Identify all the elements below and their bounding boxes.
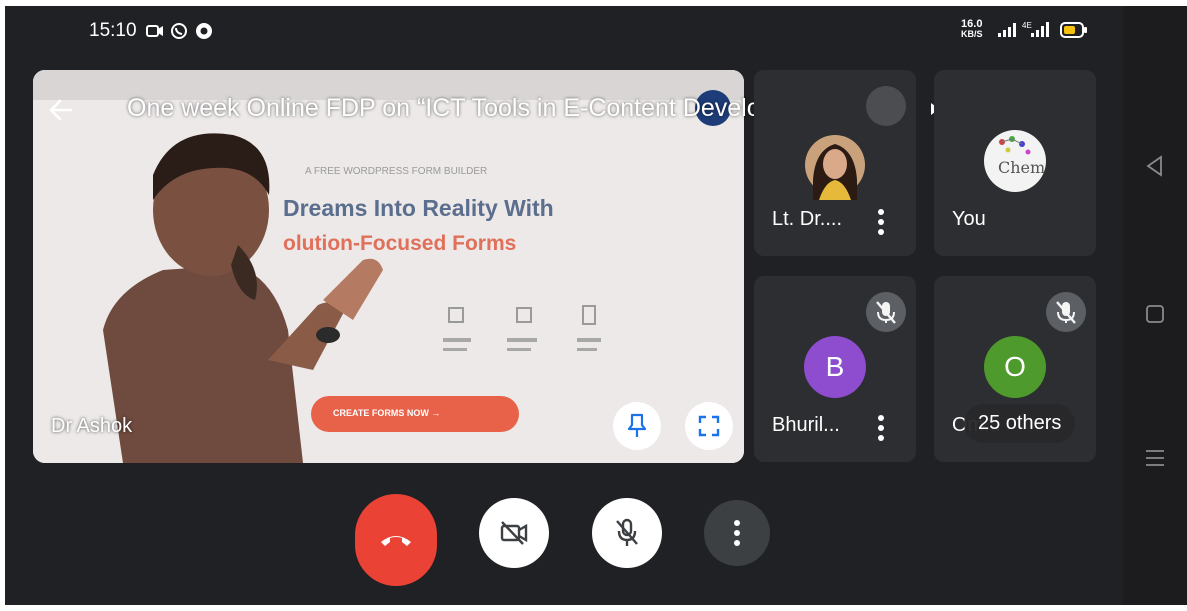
mic-off-icon [1056, 301, 1076, 324]
participant-tile-others[interactable]: O Om... 25 others [934, 276, 1096, 462]
more-options-icon[interactable] [877, 413, 885, 443]
recents-nav-icon[interactable] [1143, 446, 1167, 470]
fullscreen-button[interactable] [685, 402, 733, 450]
more-options-icon[interactable] [877, 207, 885, 237]
video-notification-icon [146, 25, 163, 37]
whatsapp-icon [171, 23, 187, 39]
battery-icon [1060, 22, 1087, 38]
muted-indicator [866, 86, 906, 126]
slide-small-heading: A FREE WORDPRESS FORM BUILDER [305, 166, 488, 177]
microphone-toggle-button[interactable] [592, 498, 662, 568]
signal-2-icon: 4E [1022, 21, 1049, 37]
more-vert-icon [734, 520, 740, 546]
others-count-badge[interactable]: 25 others [964, 404, 1076, 443]
network-speed: 16.0 KB/S [961, 18, 983, 39]
participant-photo [805, 135, 865, 200]
speaker-name: Dr Ashok [51, 415, 133, 437]
meeting-title[interactable]: One week Online FDP on “ICT Tools in E-C… [127, 94, 859, 123]
end-call-button[interactable] [355, 494, 437, 586]
app-notification-icon [196, 23, 212, 39]
participant-tile-you[interactable]: Chem You [934, 70, 1096, 256]
status-bar: 15:10 16.0 KB/S 4E [5, 6, 1123, 56]
participant-name: Lt. Dr.... [772, 208, 843, 230]
more-options-button[interactable] [704, 500, 770, 566]
slide-headline-1: Dreams Into Reality With [283, 195, 554, 221]
participant-photo: Chem [984, 130, 1046, 192]
system-nav-bar [1123, 6, 1187, 605]
status-time: 15:10 [89, 20, 137, 41]
mic-off-icon [616, 518, 638, 546]
slide-headline-2: olution-Focused Forms [283, 232, 517, 255]
slide-cta: CREATE FORMS NOW → [333, 408, 441, 418]
camera-toggle-button[interactable] [479, 498, 549, 568]
main-video-tile[interactable]: A FREE WORDPRESS FORM BUILDER Dreams Int… [33, 70, 744, 463]
svg-text:4E: 4E [1022, 21, 1032, 30]
participant-tile-1[interactable]: Lt. Dr.... [754, 70, 916, 256]
pin-button[interactable] [613, 402, 661, 450]
pin-icon [627, 413, 647, 437]
meet-call-screen: 15:10 16.0 KB/S 4E A FREE WORDPRESS FORM… [5, 6, 1123, 605]
muted-button [866, 292, 906, 332]
participant-avatar: O [984, 336, 1046, 398]
participant-tile-3[interactable]: B Bhuril... [754, 276, 916, 462]
participant-name: You [952, 208, 986, 230]
participant-avatar: B [804, 336, 866, 398]
signal-icon [998, 23, 1016, 37]
fullscreen-icon [698, 415, 720, 437]
participant-name: Bhuril... [772, 414, 840, 436]
home-nav-icon[interactable] [1143, 302, 1167, 326]
back-nav-icon[interactable] [1143, 154, 1167, 178]
hang-up-icon [381, 536, 411, 546]
back-arrow-icon[interactable] [47, 96, 75, 124]
muted-button [1046, 292, 1086, 332]
mic-off-icon [876, 301, 896, 324]
camera-off-icon [500, 521, 528, 545]
